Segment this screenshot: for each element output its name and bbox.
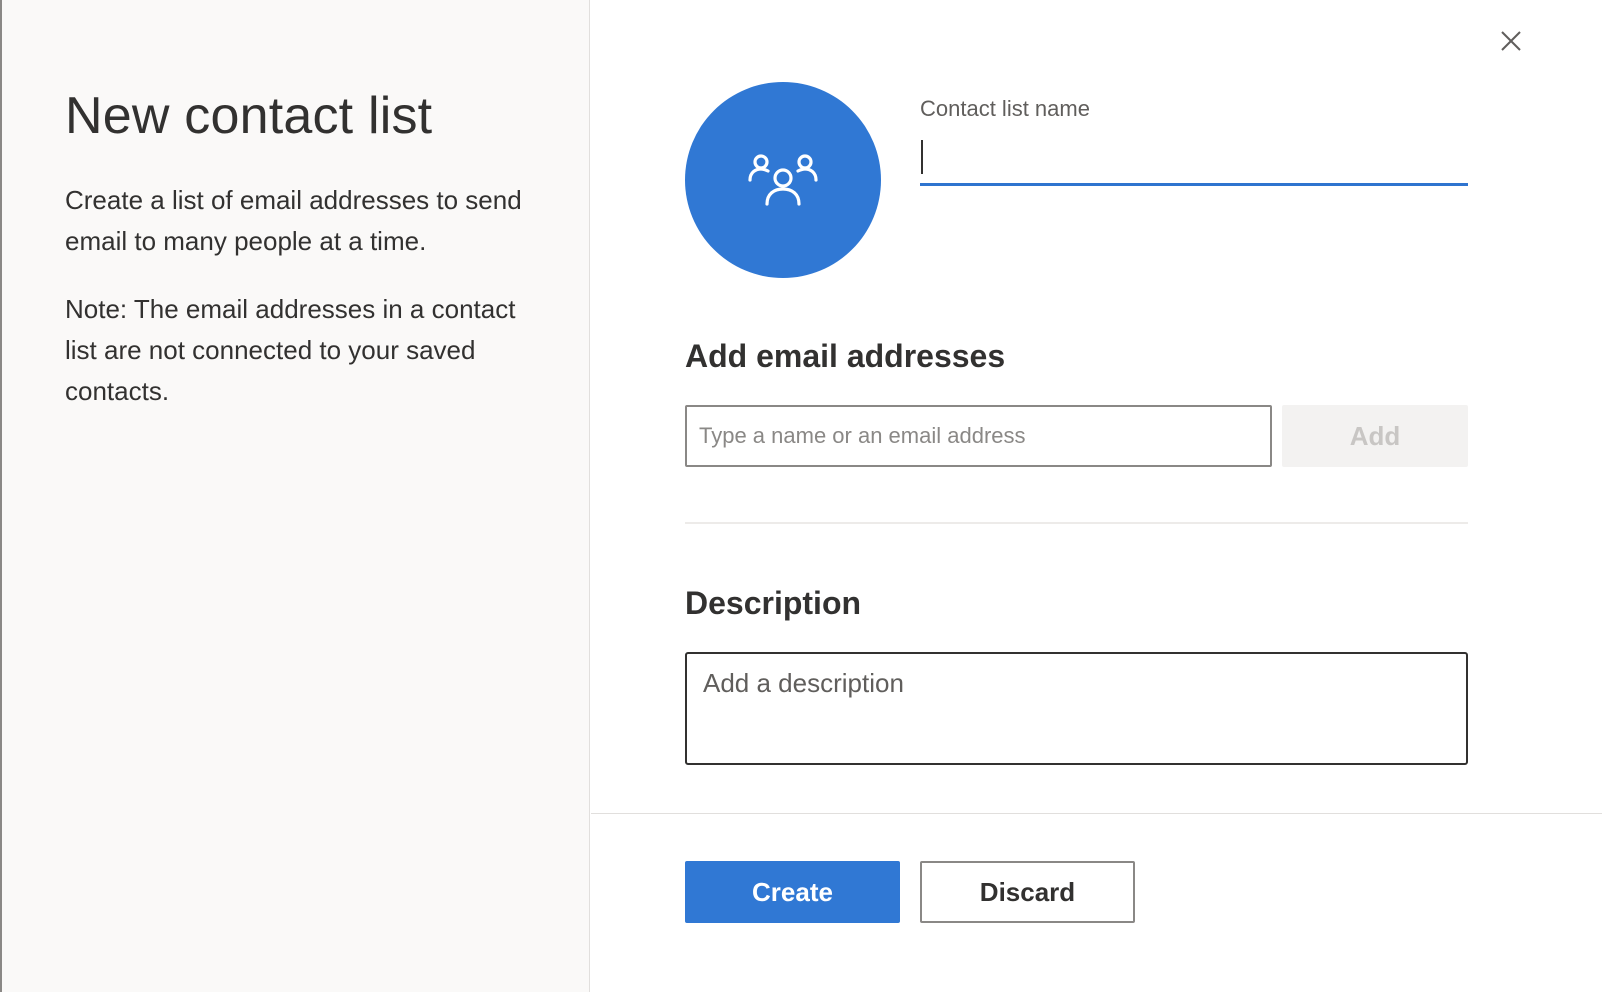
intro-text: Create a list of email addresses to send… [65, 185, 522, 256]
footer-divider [591, 813, 1602, 814]
create-button[interactable]: Create [685, 861, 900, 923]
text-cursor [921, 140, 923, 174]
add-email-heading: Add email addresses [685, 338, 1006, 374]
contact-list-avatar [685, 82, 881, 278]
new-contact-list-dialog: New contact list Create a list of email … [0, 0, 1602, 992]
add-email-button[interactable]: Add [1282, 405, 1468, 467]
info-panel: New contact list Create a list of email … [2, 0, 590, 992]
section-divider [685, 522, 1468, 524]
dialog-title: New contact list [65, 87, 433, 145]
description-heading: Description [685, 585, 862, 621]
email-address-input[interactable] [685, 405, 1272, 467]
discard-button[interactable]: Discard [920, 861, 1135, 923]
close-icon [1501, 31, 1521, 51]
note-text: Note: The email addresses in a contact l… [65, 294, 516, 406]
group-people-icon [748, 154, 818, 206]
contact-list-name-input[interactable] [920, 134, 1468, 186]
close-button[interactable] [1494, 24, 1528, 58]
description-input[interactable] [685, 652, 1468, 765]
contact-list-name-label: Contact list name [920, 96, 1090, 121]
